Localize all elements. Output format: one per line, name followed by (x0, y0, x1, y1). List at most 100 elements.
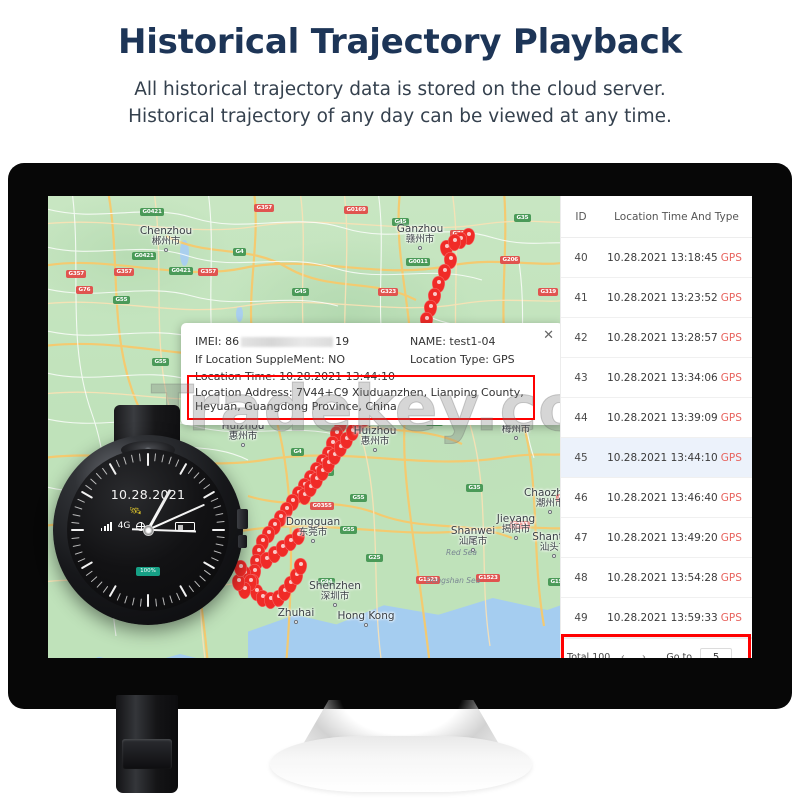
city-marker-dot (548, 509, 552, 514)
popup-location-time: Location Time: 10.28.2021 13:44:10 (195, 370, 396, 383)
table-row[interactable]: 47 10.28.2021 13:49:20 GPS (561, 518, 752, 558)
highway-badge: G25 (366, 554, 383, 562)
close-icon[interactable]: ✕ (543, 328, 554, 343)
signal-bars-icon (100, 521, 112, 531)
watch-minute-tick (154, 453, 157, 462)
highway-badge: G45 (292, 288, 309, 296)
watch-minute-tick (162, 597, 165, 606)
row-type: GPS (720, 411, 742, 424)
row-id: 44 (574, 411, 588, 424)
row-time-type: 10.28.2021 13:28:57 GPS (601, 332, 752, 344)
highway-badge: G35 (466, 484, 483, 492)
watch-minute-tick (168, 456, 173, 465)
city-marker-dot (514, 535, 518, 540)
watch-minute-tick (71, 536, 80, 540)
highway-badge: G0355 (310, 502, 335, 510)
row-type: GPS (720, 611, 742, 624)
row-time-type: 10.28.2021 13:59:33 GPS (601, 612, 752, 624)
city-name-cn: 梅州市 (501, 424, 531, 436)
watch-hands-hub (142, 524, 154, 536)
city-label: Ganzhou 赣州市 (390, 223, 450, 250)
watch-minute-tick (215, 513, 224, 516)
row-time: 10.28.2021 13:23:52 (607, 291, 718, 304)
watch-minute-tick (154, 598, 158, 607)
page-title: Historical Trajectory Playback (117, 22, 683, 62)
watch-crown-button[interactable] (237, 509, 248, 529)
table-row[interactable]: 40 10.28.2021 13:18:45 GPS (561, 238, 752, 278)
imei-field: IMEI: 86 19 (195, 335, 410, 348)
row-type: GPS (720, 491, 742, 504)
row-id: 41 (574, 291, 588, 304)
satellite-icon: 🛰 (129, 506, 142, 517)
city-name-en: Hong Kong (337, 610, 395, 622)
highway-badge: G357 (114, 268, 135, 276)
city-marker-dot (311, 538, 315, 543)
watch-minute-tick (139, 598, 142, 607)
city-label: Chenzhou 郴州市 (136, 225, 196, 252)
row-id: 46 (574, 491, 588, 504)
table-body: 40 10.28.2021 13:18:45 GPS 41 10.28.2021 13:… (561, 238, 752, 638)
device-name: NAME: test1-04 (410, 335, 496, 348)
watch-battery-badge: 100% (67, 559, 229, 577)
row-type: GPS (720, 251, 742, 264)
watch-network-label: 4G (117, 521, 131, 531)
highway-badge: G206 (500, 256, 521, 264)
table-row[interactable]: 48 10.28.2021 13:54:28 GPS (561, 558, 752, 598)
city-marker-dot (552, 553, 556, 558)
city-label: Zhuhai (266, 607, 326, 625)
city-marker-dot (364, 623, 368, 628)
table-row[interactable]: 42 10.28.2021 13:28:57 GPS (561, 318, 752, 358)
row-id: 47 (574, 531, 588, 544)
page-subtitle: All historical trajectory data is stored… (0, 76, 800, 130)
row-time-type: 10.28.2021 13:46:40 GPS (601, 492, 752, 504)
watch-dial: 10.28.2021 🛰 4G 100% (67, 449, 229, 611)
subtitle-line-1: All historical trajectory data is stored… (134, 79, 666, 100)
column-header-time: Location Time And Type (614, 210, 739, 223)
row-time: 10.28.2021 13:34:06 (607, 371, 718, 384)
row-time: 10.28.2021 13:46:40 (607, 491, 718, 504)
popup-row-imei: IMEI: 86 19 NAME: test1-04 (195, 335, 549, 348)
city-label: Hong Kong (336, 610, 396, 628)
city-marker-dot (294, 620, 298, 625)
watch-minute-tick (102, 585, 109, 593)
watch-minute-tick (169, 595, 173, 604)
watch-minute-tick (101, 467, 108, 475)
row-id: 43 (574, 371, 588, 384)
watch-case: 10.28.2021 🛰 4G 100% (53, 435, 248, 625)
row-type: GPS (720, 291, 742, 304)
watch-hour-tick (147, 594, 149, 607)
highway-badge: G0169 (344, 206, 369, 214)
watch-minute-tick (193, 580, 201, 588)
chevron-left-icon[interactable]: ‹ (614, 648, 631, 658)
chevron-right-icon[interactable]: › (635, 648, 652, 658)
table-row[interactable]: 41 10.28.2021 13:23:52 GPS (561, 278, 752, 318)
highway-badge: G357 (66, 270, 87, 278)
table-row[interactable]: 46 10.28.2021 13:46:40 GPS (561, 478, 752, 518)
location-supplement: If Location SuppleMent: NO (195, 352, 346, 366)
row-type: GPS (720, 451, 742, 464)
row-time-type: 10.28.2021 13:54:28 GPS (601, 572, 752, 584)
city-name-cn: 汕头市 (539, 542, 560, 554)
highway-badge: G0421 (169, 267, 194, 275)
highway-badge: G55 (152, 358, 169, 366)
watch-minute-tick (131, 597, 135, 606)
city-name-cn: 潮州市 (535, 498, 560, 510)
sea-label: Red Sea (446, 548, 477, 557)
watch-battery-label: 100% (136, 566, 160, 576)
watch-side-button[interactable] (238, 535, 247, 548)
table-row[interactable]: 45 10.28.2021 13:44:10 GPS (561, 438, 752, 478)
column-header-id: ID (575, 210, 587, 223)
goto-page-input[interactable] (700, 647, 733, 658)
city-marker-dot (418, 245, 422, 250)
city-marker-dot (164, 247, 168, 252)
table-row[interactable]: 44 10.28.2021 13:39:09 GPS (561, 398, 752, 438)
watch-minute-tick (123, 456, 127, 465)
pagination-bar: Total 100 ‹ › Go to (561, 638, 752, 658)
row-time: 10.28.2021 13:39:09 (607, 411, 718, 424)
row-id: 40 (574, 251, 588, 264)
watch-hour-tick (179, 462, 188, 476)
table-row[interactable]: 43 10.28.2021 13:34:06 GPS (561, 358, 752, 398)
table-row[interactable]: 49 10.28.2021 13:59:33 GPS (561, 598, 752, 638)
watch-minute-tick (216, 536, 225, 539)
watch-minute-tick (138, 453, 142, 462)
